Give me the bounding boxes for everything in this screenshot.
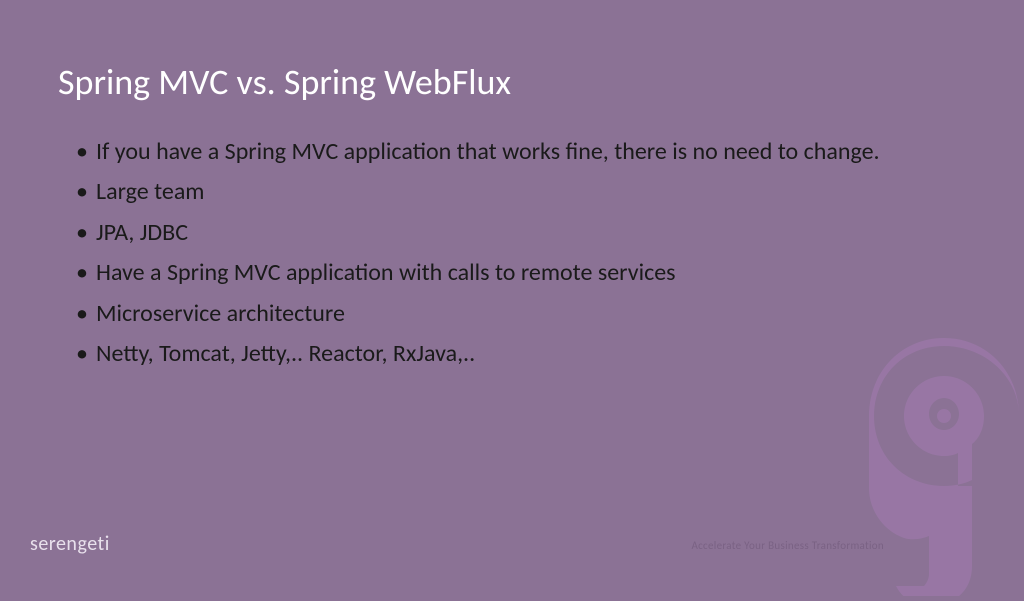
list-item: If you have a Spring MVC application tha… bbox=[76, 136, 966, 168]
list-item: Large team bbox=[76, 176, 966, 208]
slide-title: Spring MVC vs. Spring WebFlux bbox=[58, 60, 966, 104]
brand-logo-text: serengeti bbox=[30, 532, 110, 556]
brand-g-icon bbox=[854, 336, 1024, 596]
list-item: Have a Spring MVC application with calls… bbox=[76, 257, 966, 289]
list-item: JPA, JDBC bbox=[76, 217, 966, 249]
slide-content: If you have a Spring MVC application tha… bbox=[58, 136, 966, 370]
bullet-list: If you have a Spring MVC application tha… bbox=[76, 136, 966, 370]
slide-container: Spring MVC vs. Spring WebFlux If you hav… bbox=[0, 0, 1024, 576]
list-item: Microservice architecture bbox=[76, 298, 966, 330]
list-item: Netty, Tomcat, Jetty,.. Reactor, RxJava,… bbox=[76, 338, 966, 370]
